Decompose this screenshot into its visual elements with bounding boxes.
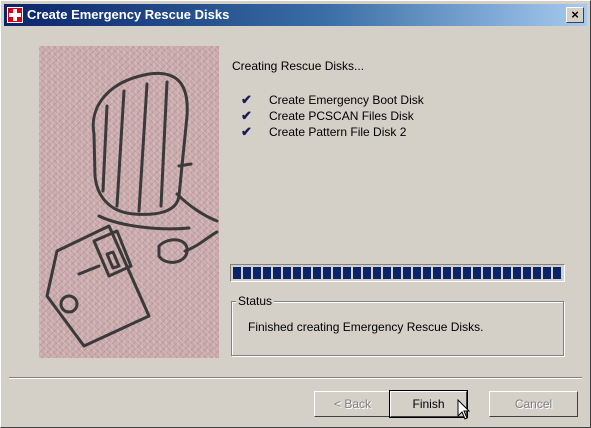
back-button[interactable]: < Back [314,391,391,417]
step-label: Create PCSCAN Files Disk [269,109,414,123]
progress-bar [230,264,565,282]
progress-heading: Creating Rescue Disks... [232,59,365,73]
title-bar[interactable]: Create Emergency Rescue Disks × [4,4,587,26]
computer-and-floppy-illustration [39,46,219,358]
close-button[interactable]: × [566,7,584,23]
progress-fill [233,267,562,279]
status-group: Status Finished creating Emergency Rescu… [231,294,564,356]
cancel-button-label: Cancel [514,397,553,411]
separator [9,377,582,379]
status-text: Finished creating Emergency Rescue Disks… [248,320,484,334]
back-button-label: < Back [333,397,372,411]
finish-button-label: Finish [412,397,445,411]
illustration-lines [45,71,219,348]
checkmark-icon: ✔ [241,124,252,139]
status-legend: Status [236,294,275,308]
step-label: Create Emergency Boot Disk [269,93,424,107]
step-label: Create Pattern File Disk 2 [269,125,407,139]
window-title: Create Emergency Rescue Disks [27,7,230,22]
checkmark-icon: ✔ [241,92,252,107]
mouse-pointer-icon [457,399,471,420]
checkmark-icon: ✔ [241,108,252,123]
rescue-disk-icon [7,7,23,23]
cancel-button[interactable]: Cancel [489,391,578,417]
finish-button[interactable]: Finish [389,390,468,418]
dialog-window: Create Emergency Rescue Disks × Creating… [0,0,591,428]
